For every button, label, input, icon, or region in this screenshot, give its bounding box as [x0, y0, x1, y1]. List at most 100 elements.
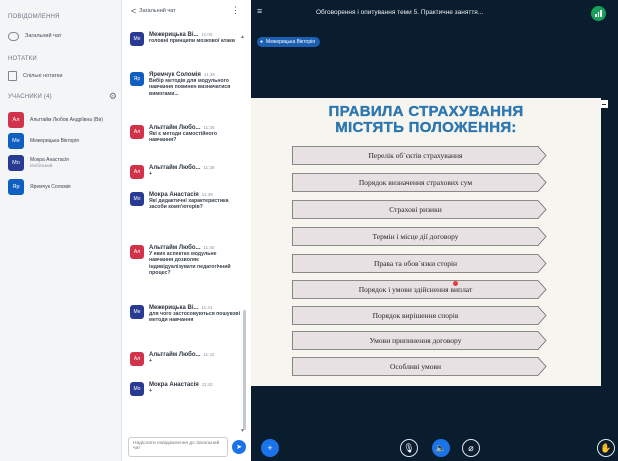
user-list-item[interactable]: Мо Мокра Анастасія Мобільний — [8, 153, 120, 173]
author-name: Мокра Анастасія — [149, 382, 199, 388]
message-time: 11:35 — [203, 125, 215, 130]
chat-icon — [8, 31, 19, 41]
connection-status-icon[interactable] — [591, 6, 606, 21]
slide-list-item: Страхові ризики — [292, 200, 547, 219]
message-input[interactable] — [129, 438, 227, 456]
scroll-up-arrow-icon[interactable]: ▲ — [240, 34, 245, 40]
avatar: Ме — [8, 133, 24, 149]
slide-list-item-text: Перелік об`єктів страхування — [368, 151, 463, 160]
user-name: Альтгайм Любов Андріївна (Ви) — [30, 117, 103, 123]
user-info: Мокра Анастасія Мобільний — [30, 157, 69, 169]
slide-title-line-1: ПРАВИЛА СТРАХУВАННЯ — [328, 103, 524, 120]
presenter-cursor — [453, 281, 458, 286]
scroll-down-arrow-icon[interactable]: ▼ — [240, 428, 245, 434]
slide-list-item: Перелік об`єктів страхування — [292, 146, 547, 165]
avatar: Ал — [130, 245, 144, 259]
bbb-conference-app: ПОВІДОМЛЕННЯ Загальний чат НОТАТКИ Спіль… — [0, 0, 618, 461]
presentation-area: ≡ Обговорення і опитування теми 5. Практ… — [251, 0, 618, 461]
raise-hand-button[interactable]: ✋ — [597, 439, 615, 457]
users-section-title: УЧАСНИКИ (4) — [8, 94, 52, 100]
presenter-name: Межерицька Вікторія — [266, 39, 315, 45]
chat-message: Ме Межерицька Ві... 11:41 для чого застосов… — [130, 305, 240, 324]
presenter-icon: ● — [260, 39, 264, 45]
slide-list-item: Порядок визначення страхових сум — [292, 173, 547, 192]
hand-icon: ✋ — [600, 442, 612, 453]
avatar: Ме — [130, 32, 144, 46]
avatar: Ме — [130, 305, 144, 319]
message-time: 11:41 — [201, 305, 213, 310]
slide-list-item-text: Права та обов`язки сторін — [373, 259, 458, 268]
message-time: 11:35 — [203, 72, 215, 77]
mute-microphone-button[interactable]: 🎙 — [400, 439, 418, 457]
message-time: 11:05 — [201, 32, 213, 37]
chat-title[interactable]: Загальний чат — [139, 8, 175, 14]
shared-notes-label: Спільні нотатки — [23, 73, 63, 79]
back-chevron-icon[interactable]: < — [131, 6, 136, 16]
chat-message: Ал Альтгайм Любо... 11:35 Які є методи само… — [130, 125, 240, 144]
message-text: + — [149, 358, 153, 364]
avatar: Мо — [130, 192, 144, 206]
microphone-muted-icon: 🎙 — [403, 442, 415, 453]
notes-icon — [8, 71, 17, 81]
chat-message: Яр Яремчук Соломія 11:35 Вибір методів для … — [130, 72, 240, 97]
user-name: Яремчук Соломія — [30, 184, 71, 190]
slide-list-item: Особливі умови — [292, 357, 547, 376]
message-input-wrapper — [128, 437, 228, 457]
message-body: Мокра Анастасія 11:39 Які дидактичні харак… — [149, 192, 240, 211]
presenter-badge: ● Межерицька Вікторія — [257, 37, 320, 47]
share-webcam-button[interactable]: ⌀ — [462, 439, 480, 457]
slide-list-item-text: Умови припинення договору — [369, 336, 462, 345]
message-text: + — [149, 171, 153, 177]
slide-list-item: Права та обов`язки сторін — [292, 254, 547, 273]
message-time: 11:38 — [203, 165, 215, 170]
message-time: 11:42 — [201, 382, 213, 387]
plus-icon: + — [267, 443, 273, 453]
slide-list-item-text: Особливі умови — [389, 362, 442, 371]
camera-off-icon: ⌀ — [468, 442, 474, 453]
message-body: Альтгайм Любо... 11:38 + — [149, 165, 240, 177]
chat-message: Мо Мокра Анастасія 11:39 Які дидактичні хар… — [130, 192, 240, 211]
message-body: Межерицька Ві... 11:05 головні принципи мо… — [149, 32, 240, 44]
avatar: Мо — [8, 155, 24, 171]
message-list[interactable]: Ме Межерицька Ві... 11:05 головні принципи … — [123, 22, 241, 430]
chat-message: Ал Альтгайм Любо... 11:42 + — [130, 352, 240, 366]
public-chat-item[interactable]: Загальний чат — [8, 29, 118, 43]
slide-title: ПРАВИЛА СТРАХУВАННЯ МІСТЯТЬ ПОЛОЖЕННЯ: — [251, 103, 601, 136]
avatar: Ал — [130, 125, 144, 139]
slide-list-item-text: Страхові ризики — [389, 205, 442, 214]
send-icon: ➤ — [236, 444, 242, 451]
minimize-presentation-button[interactable] — [600, 100, 608, 108]
send-button[interactable]: ➤ — [232, 440, 246, 454]
avatar: Ал — [130, 352, 144, 366]
slide-title-line-2: МІСТЯТЬ ПОЛОЖЕННЯ: — [335, 119, 517, 136]
slide-list-item-text: Порядок визначення страхових сум — [358, 178, 473, 187]
message-time: 11:40 — [203, 245, 215, 250]
user-info: Яремчук Соломія — [30, 184, 71, 190]
message-body: Альтгайм Любо... 11:42 + — [149, 352, 240, 364]
message-body: Мокра Анастасія 11:42 + — [149, 382, 240, 394]
slide-list-item: Порядок і умови здійснення виплат — [292, 280, 547, 299]
shared-notes-item[interactable]: Спільні нотатки — [8, 69, 118, 83]
avatar: Ал — [8, 112, 24, 128]
hamburger-icon[interactable]: ≡ — [257, 6, 262, 16]
actions-button[interactable]: + — [261, 439, 279, 457]
user-list-item[interactable]: Ал Альтгайм Любов Андріївна (Ви) — [8, 110, 120, 130]
chat-scrollbar-thumb[interactable] — [243, 310, 246, 430]
message-time: 11:39 — [201, 192, 213, 197]
slide-list-item-text: Порядок і умови здійснення виплат — [358, 285, 473, 294]
user-list-item[interactable]: Ме Межерицька Вікторія — [8, 131, 120, 151]
message-text: Які є методи самостійного навчання? — [149, 131, 217, 144]
meeting-title: Обговорення і опитування теми 5. Практич… — [316, 9, 484, 16]
gear-icon[interactable]: ⚙ — [109, 91, 117, 102]
author-name: Альтгайм Любо... — [149, 352, 201, 358]
chat-message: Ме Межерицька Ві... 11:05 головні принципи … — [130, 32, 240, 46]
more-options-icon[interactable]: ⋮ — [231, 5, 240, 16]
chat-message: Мо Мокра Анастасія 11:42 + — [130, 382, 240, 396]
leave-audio-button[interactable]: 🔈 — [432, 439, 450, 457]
user-device: Мобільний — [30, 163, 53, 168]
user-list-item[interactable]: Яр Яремчук Соломія — [8, 177, 120, 197]
sidebar: ПОВІДОМЛЕННЯ Загальний чат НОТАТКИ Спіль… — [0, 0, 122, 461]
message-body: Яремчук Соломія 11:35 Вибір методів для мо… — [149, 72, 240, 97]
avatar: Яр — [130, 72, 144, 86]
message-text: У яких аспектах модульне навчання дозвол… — [149, 251, 231, 276]
